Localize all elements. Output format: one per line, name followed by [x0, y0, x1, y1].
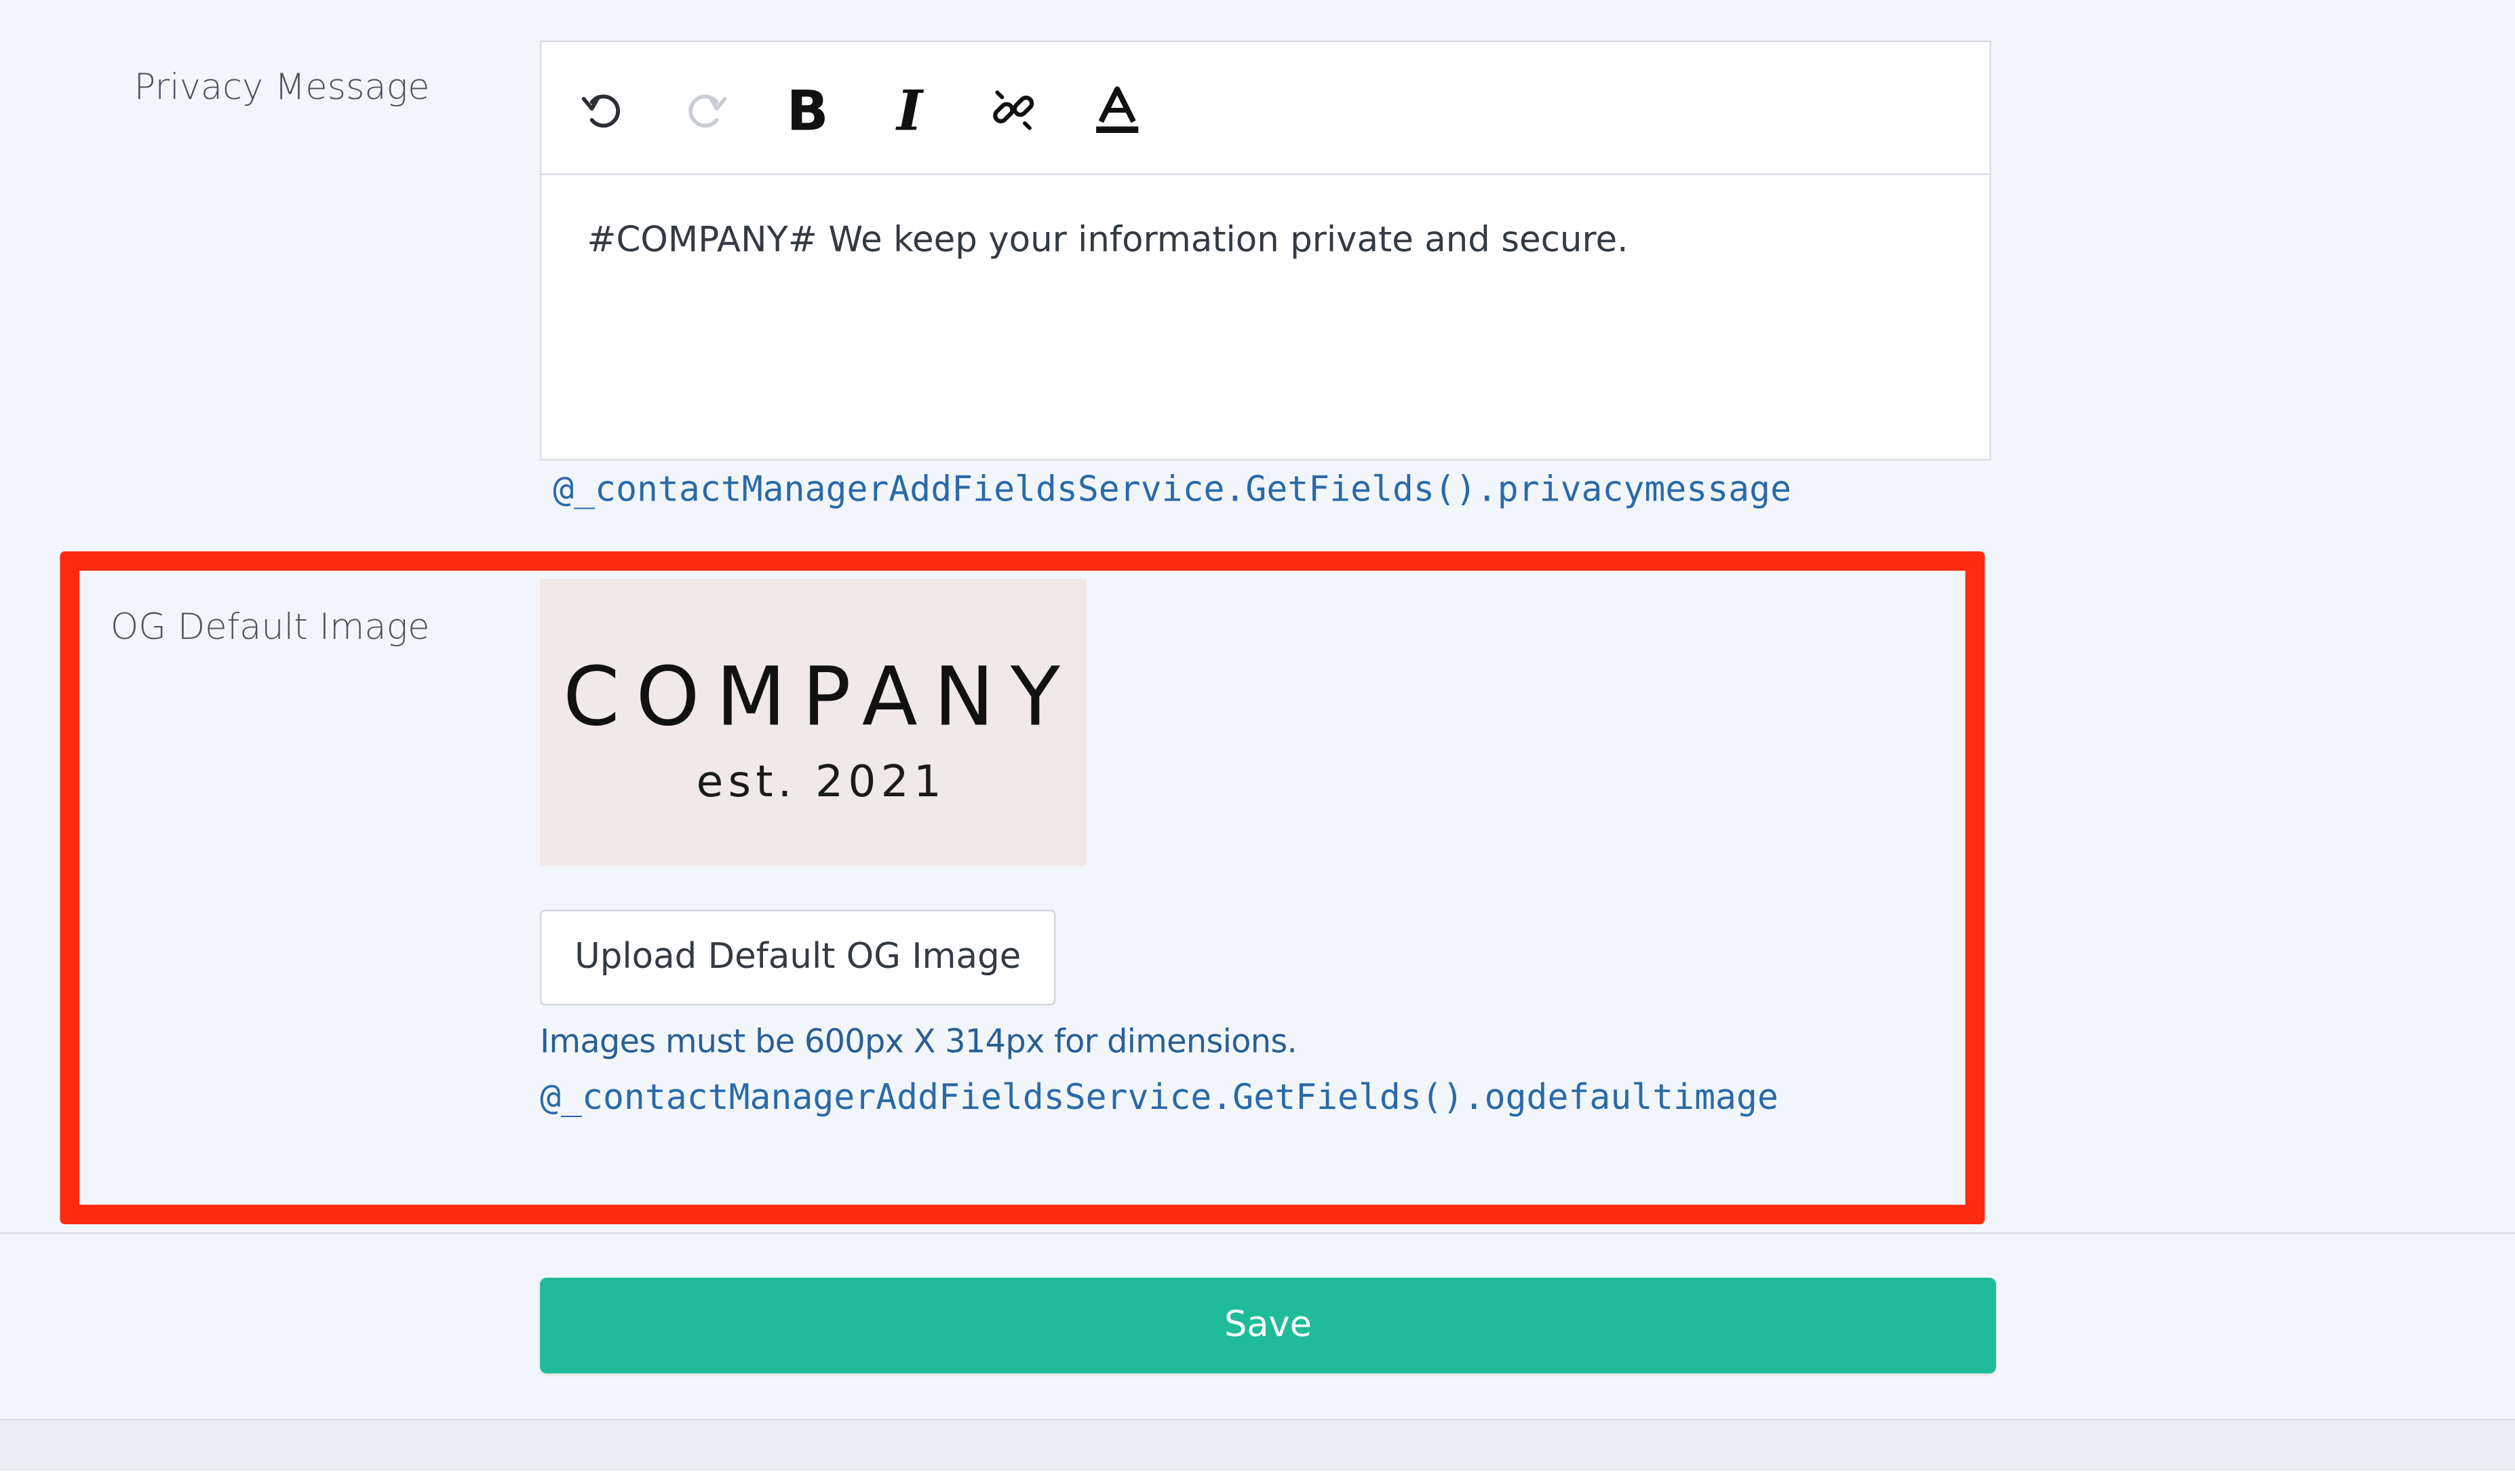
undo-icon[interactable] — [568, 75, 639, 146]
og-field-reference: @_contactManagerAddFieldsService.GetFiel… — [540, 1078, 1778, 1119]
footer-bar — [0, 1418, 2515, 1471]
editor-toolbar: B I — [541, 42, 1990, 176]
logo-wordmark: COMPANY — [563, 650, 1076, 745]
unlink-icon[interactable] — [978, 75, 1049, 146]
logo-tagline: est. 2021 — [696, 757, 947, 808]
privacy-message-label: Privacy Message — [134, 68, 430, 109]
redo-icon[interactable] — [669, 75, 741, 146]
image-dimension-hint: Images must be 600px X 314px for dimensi… — [540, 1021, 1298, 1061]
upload-og-image-button[interactable]: Upload Default OG Image — [540, 910, 1056, 1006]
bold-icon[interactable]: B — [772, 75, 843, 146]
svg-text:I: I — [895, 83, 924, 138]
privacy-field-reference: @_contactManagerAddFieldsService.GetFiel… — [553, 470, 1792, 511]
page-bottom — [0, 1470, 2515, 1484]
privacy-message-editor[interactable]: B I #COMPANY# We keep your information p… — [540, 40, 1991, 461]
settings-form: Privacy Message B I #COMPANY# We keep yo… — [0, 0, 2515, 1484]
og-default-image-label: OG Default Image — [110, 608, 430, 649]
save-button[interactable]: Save — [540, 1277, 1996, 1373]
text-color-icon[interactable] — [1082, 75, 1153, 146]
page: Privacy Message B I #COMPANY# We keep yo… — [0, 0, 2515, 1484]
section-divider — [0, 1232, 2515, 1234]
privacy-message-text[interactable]: #COMPANY# We keep your information priva… — [587, 220, 1957, 261]
italic-icon[interactable]: I — [874, 75, 945, 146]
svg-text:B: B — [787, 83, 829, 138]
og-image-preview: COMPANY est. 2021 — [540, 579, 1087, 866]
